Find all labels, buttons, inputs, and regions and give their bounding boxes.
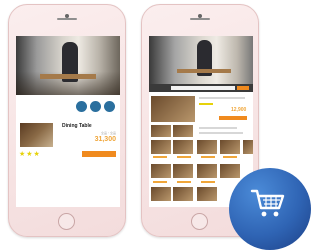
- featured-buy-button[interactable]: [219, 116, 247, 120]
- grid-thumbnail[interactable]: [151, 140, 171, 154]
- grid-thumbnail[interactable]: [173, 187, 193, 201]
- grid-text-line: [199, 127, 237, 129]
- table-figure: [177, 69, 231, 73]
- carousel-dot-3[interactable]: [104, 101, 115, 112]
- rating-stars: ★★★: [19, 151, 41, 158]
- featured-price: 12,900: [231, 107, 247, 113]
- featured-title-line: [199, 97, 245, 99]
- table-figure: [40, 74, 96, 79]
- carousel-dot-1[interactable]: [76, 101, 87, 112]
- phone-left: Dining Table 全品・全品 31,300 ★★★: [8, 4, 126, 237]
- product-price: 31,300: [94, 136, 116, 143]
- grid-thumbnail[interactable]: [173, 164, 193, 178]
- search-button[interactable]: [237, 86, 249, 90]
- carousel-dots[interactable]: [76, 101, 115, 112]
- grid-thumbnail[interactable]: [173, 140, 193, 154]
- grid-thumbnail[interactable]: [197, 187, 217, 201]
- home-button[interactable]: [191, 213, 208, 230]
- search-input[interactable]: [171, 86, 235, 90]
- grid-price-line: [201, 156, 215, 158]
- grid-thumbnail[interactable]: [197, 140, 217, 154]
- grid-thumbnail[interactable]: [220, 164, 240, 178]
- featured-thumbnail[interactable]: [151, 96, 195, 122]
- carousel-dot-2[interactable]: [90, 101, 101, 112]
- product-subtitle: 全品・全品: [100, 131, 116, 135]
- grid-price-line: [201, 181, 215, 183]
- grid-price-line: [177, 181, 191, 183]
- grid-thumbnail[interactable]: [197, 164, 217, 178]
- grid-price-line: [177, 156, 191, 158]
- grid-thumbnail[interactable]: [173, 125, 193, 137]
- product-title: Dining Table: [62, 123, 92, 129]
- grid-price-line: [153, 181, 167, 183]
- shopping-cart-icon: [250, 189, 285, 217]
- featured-stars: [199, 103, 213, 105]
- home-button[interactable]: [58, 213, 75, 230]
- grid-thumbnail[interactable]: [151, 125, 171, 137]
- speaker-slot: [57, 18, 77, 20]
- buy-button[interactable]: [82, 151, 116, 157]
- grid-thumbnail[interactable]: [151, 187, 171, 201]
- grid-text-line: [199, 132, 243, 134]
- grid-price-line: [223, 156, 237, 158]
- grid-thumbnail[interactable]: [151, 164, 171, 178]
- grid-thumbnail[interactable]: [220, 140, 240, 154]
- search-bar: [149, 84, 253, 92]
- grid-thumbnail[interactable]: [243, 140, 253, 154]
- grid-price-line: [153, 156, 167, 158]
- speaker-slot: [190, 18, 210, 20]
- product-thumbnail[interactable]: [20, 123, 53, 147]
- hero-photo: [16, 36, 120, 95]
- hero-photo: [149, 36, 253, 84]
- phone-left-screen: Dining Table 全品・全品 31,300 ★★★: [16, 36, 120, 207]
- phone-right-screen: 12,900: [149, 36, 253, 207]
